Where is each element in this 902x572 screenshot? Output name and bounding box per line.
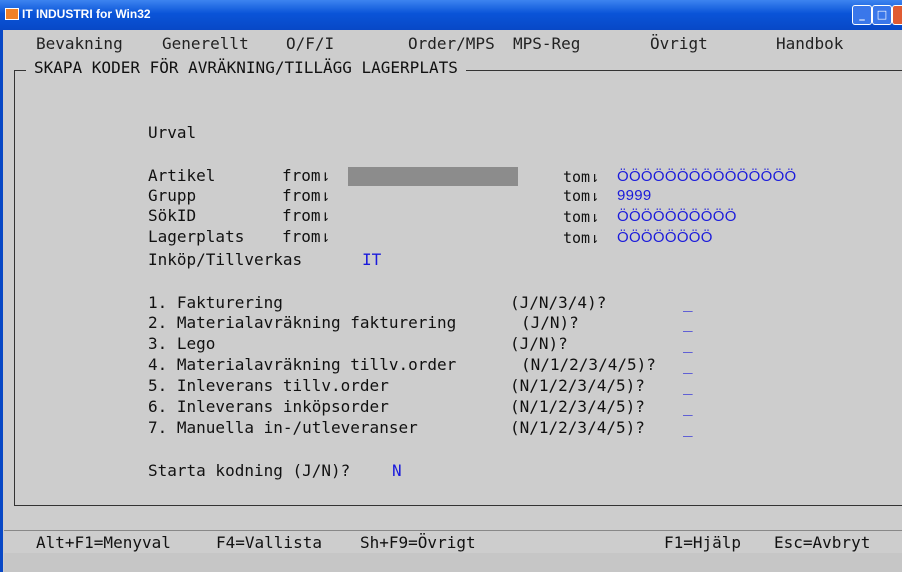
status-avbryt[interactable]: Esc=Avbryt	[774, 533, 870, 552]
bottom-strip	[4, 553, 902, 572]
close-button[interactable]	[892, 5, 902, 25]
artikel-from-input[interactable]	[348, 167, 518, 186]
menu-mps-reg[interactable]: MPS-Reg	[513, 34, 580, 53]
option-6-input[interactable]: _	[683, 398, 693, 416]
app-window: IT INDUSTRI for Win32 _ □ Bevakning Gene…	[0, 0, 902, 572]
artikel-label: Artikel	[148, 166, 216, 185]
option-4-label: 4. Materialavräkning tillv.order	[148, 355, 457, 374]
option-3-choices: (J/N)?	[510, 334, 568, 353]
option-1-choices: (J/N/3/4)?	[510, 293, 607, 312]
option-5-label: 5. Inleverans tillv.order	[148, 376, 389, 395]
status-hjalp[interactable]: F1=Hjälp	[664, 533, 741, 552]
lagerplats-tom-input[interactable]: ÖÖÖÖÖÖÖÖ	[617, 229, 713, 246]
menu-bevakning[interactable]: Bevakning	[36, 34, 123, 53]
option-3-label: 3. Lego	[148, 334, 216, 353]
option-5-input[interactable]: _	[683, 377, 693, 395]
window-title: IT INDUSTRI for Win32	[22, 7, 151, 21]
menu-generellt[interactable]: Generellt	[162, 34, 249, 53]
menu-order-mps[interactable]: Order/MPS	[408, 34, 495, 53]
option-2-input[interactable]: _	[683, 314, 693, 332]
sokid-tom-label: tom⇂	[563, 208, 600, 226]
grupp-tom-label: tom⇂	[563, 187, 600, 205]
minimize-button[interactable]: _	[852, 5, 872, 25]
option-6-choices: (N/1/2/3/4/5)?	[510, 397, 645, 416]
start-coding-input[interactable]: N	[392, 462, 402, 480]
option-4-input[interactable]: _	[683, 356, 693, 374]
form-screen	[4, 54, 902, 520]
option-2-label: 2. Materialavräkning fakturering	[148, 313, 457, 332]
status-vallista[interactable]: F4=Vallista	[216, 533, 322, 552]
sokid-from-label: from⇂	[282, 206, 331, 225]
artikel-tom-input[interactable]: ÖÖÖÖÖÖÖÖÖÖÖÖÖÖÖ	[617, 168, 797, 185]
status-menyval[interactable]: Alt+F1=Menyval	[36, 533, 171, 552]
status-bar: Alt+F1=Menyval F4=Vallista Sh+F9=Övrigt …	[4, 530, 902, 553]
menu-ovrigt[interactable]: Övrigt	[650, 34, 708, 53]
menu-bar: Bevakning Generellt O/F/I Order/MPS MPS-…	[4, 32, 902, 54]
option-6-label: 6. Inleverans inköpsorder	[148, 397, 389, 416]
menu-handbok[interactable]: Handbok	[776, 34, 843, 53]
lagerplats-label: Lagerplats	[148, 227, 245, 246]
option-2-choices: (J/N)?	[521, 313, 579, 332]
start-coding-label: Starta kodning (J/N)?	[148, 461, 351, 480]
sokid-label: SökID	[148, 206, 197, 225]
option-7-label: 7. Manuella in-/utleveranser	[148, 418, 418, 437]
option-5-choices: (N/1/2/3/4/5)?	[510, 376, 645, 395]
artikel-from-label: from⇂	[282, 166, 331, 185]
option-7-choices: (N/1/2/3/4/5)?	[510, 418, 645, 437]
grupp-label: Grupp	[148, 186, 197, 205]
lagerplats-tom-label: tom⇂	[563, 229, 600, 247]
option-1-input[interactable]: _	[683, 294, 693, 312]
inkop-tillverkas-input[interactable]: IT	[362, 251, 381, 269]
title-bar[interactable]: IT INDUSTRI for Win32 _ □	[0, 0, 902, 30]
screen-title: SKAPA KODER FÖR AVRÄKNING/TILLÄGG LAGERP…	[26, 58, 466, 77]
option-7-input[interactable]: _	[683, 419, 693, 437]
app-icon[interactable]	[5, 8, 19, 20]
option-4-choices: (N/1/2/3/4/5)?	[521, 355, 656, 374]
sokid-tom-input[interactable]: ÖÖÖÖÖÖÖÖÖÖ	[617, 208, 737, 225]
option-3-input[interactable]: _	[683, 335, 693, 353]
section-label-urval: Urval	[148, 123, 197, 142]
grupp-from-label: from⇂	[282, 186, 331, 205]
option-1-label: 1. Fakturering	[148, 293, 283, 312]
lagerplats-from-label: from⇂	[282, 227, 331, 246]
grupp-tom-input[interactable]: 9999	[617, 187, 652, 204]
status-ovrigt[interactable]: Sh+F9=Övrigt	[360, 533, 476, 552]
artikel-tom-label: tom⇂	[563, 168, 600, 186]
maximize-button[interactable]: □	[872, 5, 892, 25]
menu-ofi[interactable]: O/F/I	[286, 34, 334, 53]
inkop-tillverkas-label: Inköp/Tillverkas	[148, 250, 303, 269]
